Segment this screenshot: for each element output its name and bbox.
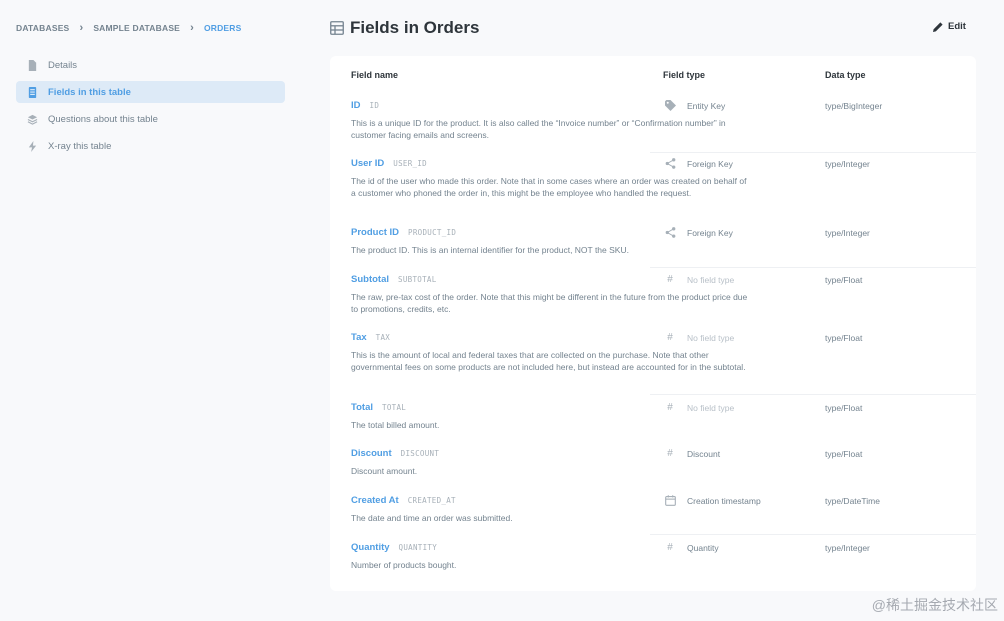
column-header-data-type: Data type: [825, 70, 866, 80]
field-type-label: Entity Key: [687, 100, 726, 111]
field-name-link[interactable]: Created At: [351, 495, 399, 506]
field-name-link[interactable]: Discount: [351, 448, 392, 459]
page-header: Fields in Orders: [330, 18, 479, 38]
field-db-name: ID: [369, 101, 380, 110]
hash-icon: #: [667, 402, 673, 413]
breadcrumb-databases[interactable]: DATABASES: [16, 23, 69, 33]
breadcrumb-orders[interactable]: ORDERS: [204, 23, 242, 33]
fields-table: Field name Field type Data type ID ID Th…: [330, 56, 976, 591]
edit-button[interactable]: Edit: [933, 21, 966, 32]
edit-button-label: Edit: [948, 21, 966, 32]
field-db-name: CREATED_AT: [407, 496, 456, 505]
data-type: type/Integer: [825, 543, 870, 553]
sidebar-item-label: X-ray this table: [48, 140, 112, 152]
field-description: The date and time an order was submitted…: [351, 513, 513, 523]
field-type[interactable]: # No field type: [663, 332, 734, 343]
field-type-label: No field type: [687, 402, 735, 413]
field-name-link[interactable]: Quantity: [351, 542, 390, 553]
breadcrumb: DATABASES › SAMPLE DATABASE › ORDERS: [16, 22, 242, 34]
data-type: type/BigInteger: [825, 101, 883, 111]
table-header: Field name Field type Data type: [330, 56, 976, 94]
field-type-label: Discount: [687, 448, 721, 459]
sidebar-item-xray[interactable]: X-ray this table: [16, 135, 285, 157]
field-db-name: PRODUCT_ID: [408, 228, 457, 237]
sidebar-item-label: Fields in this table: [48, 86, 131, 98]
pencil-icon: [933, 21, 943, 32]
field-db-name: DISCOUNT: [400, 449, 440, 458]
hash-icon: #: [667, 332, 673, 343]
field-db-name: USER_ID: [393, 159, 427, 168]
field-name-link[interactable]: User ID: [351, 158, 384, 169]
data-type: type/Integer: [825, 228, 870, 238]
field-name-link[interactable]: Total: [351, 402, 373, 413]
field-db-name: TOTAL: [382, 403, 407, 412]
field-type-label: Creation timestamp: [687, 495, 761, 506]
chevron-right-icon: ›: [190, 22, 194, 34]
field-type[interactable]: # No field type: [663, 402, 734, 413]
hash-icon: #: [667, 274, 673, 285]
field-db-name: TAX: [375, 333, 391, 342]
column-header-field-name: Field name: [351, 70, 399, 80]
hash-icon: #: [667, 448, 673, 459]
page-title: Fields in Orders: [350, 18, 480, 37]
field-description: The raw, pre-tax cost of the order. Note…: [351, 292, 748, 314]
table-icon: [330, 21, 344, 35]
data-type: type/Float: [825, 333, 863, 343]
share-icon: [663, 227, 677, 238]
field-name-link[interactable]: Product ID: [351, 227, 399, 238]
field-description: Discount amount.: [351, 466, 418, 476]
document-icon: [26, 59, 38, 71]
field-name-link[interactable]: ID: [351, 100, 361, 111]
hash-icon: #: [667, 542, 673, 553]
sidebar-item-label: Questions about this table: [48, 113, 158, 125]
field-description: The product ID. This is an internal iden…: [351, 245, 629, 255]
row-divider: [650, 152, 976, 153]
share-icon: [663, 158, 677, 169]
table-list-icon: [26, 86, 38, 98]
field-type[interactable]: Entity Key: [663, 100, 725, 111]
tag-icon: [663, 100, 677, 111]
field-name-link[interactable]: Tax: [351, 332, 367, 343]
field-type[interactable]: # Quantity: [663, 542, 719, 553]
field-db-name: QUANTITY: [398, 543, 438, 552]
field-description: The id of the user who made this order. …: [351, 176, 747, 198]
data-type: type/DateTime: [825, 496, 880, 506]
sidebar-item-questions[interactable]: Questions about this table: [16, 108, 285, 130]
chevron-right-icon: ›: [79, 22, 84, 34]
data-type: type/Float: [825, 449, 863, 459]
field-description: The total billed amount.: [351, 420, 440, 430]
column-header-field-type: Field type: [663, 70, 706, 80]
field-description: This is the amount of local and federal …: [351, 350, 746, 372]
bolt-icon: [26, 140, 38, 152]
sidebar-item-details[interactable]: Details: [16, 54, 285, 76]
sidebar-item-label: Details: [48, 59, 78, 71]
field-type[interactable]: Creation timestamp: [663, 495, 761, 506]
field-type-label: No field type: [687, 332, 735, 343]
field-type[interactable]: # Discount: [663, 448, 720, 459]
sidebar: Details Fields in this table Questions a…: [16, 54, 285, 162]
field-description: Number of products bought.: [351, 560, 457, 570]
calendar-icon: [663, 495, 677, 506]
row-divider: [650, 534, 976, 535]
watermark: @稀土掘金技术社区: [871, 597, 998, 613]
row-divider: [650, 267, 976, 268]
field-name-link[interactable]: Subtotal: [351, 274, 389, 285]
field-type-label: No field type: [687, 274, 735, 285]
sidebar-item-fields[interactable]: Fields in this table: [16, 81, 285, 103]
row-divider: [650, 394, 976, 395]
data-type: type/Integer: [825, 159, 870, 169]
field-type[interactable]: # No field type: [663, 274, 734, 285]
data-type: type/Float: [825, 403, 863, 413]
layers-icon: [26, 113, 38, 125]
data-type: type/Float: [825, 275, 863, 285]
field-type[interactable]: Foreign Key: [663, 227, 733, 238]
breadcrumb-sample-database[interactable]: SAMPLE DATABASE: [93, 23, 180, 33]
field-description: This is a unique ID for the product. It …: [351, 118, 726, 140]
field-db-name: SUBTOTAL: [398, 275, 437, 284]
field-type-label: Foreign Key: [687, 227, 733, 238]
field-type-label: Quantity: [687, 542, 719, 553]
field-type-label: Foreign Key: [687, 158, 733, 169]
field-type[interactable]: Foreign Key: [663, 158, 733, 169]
